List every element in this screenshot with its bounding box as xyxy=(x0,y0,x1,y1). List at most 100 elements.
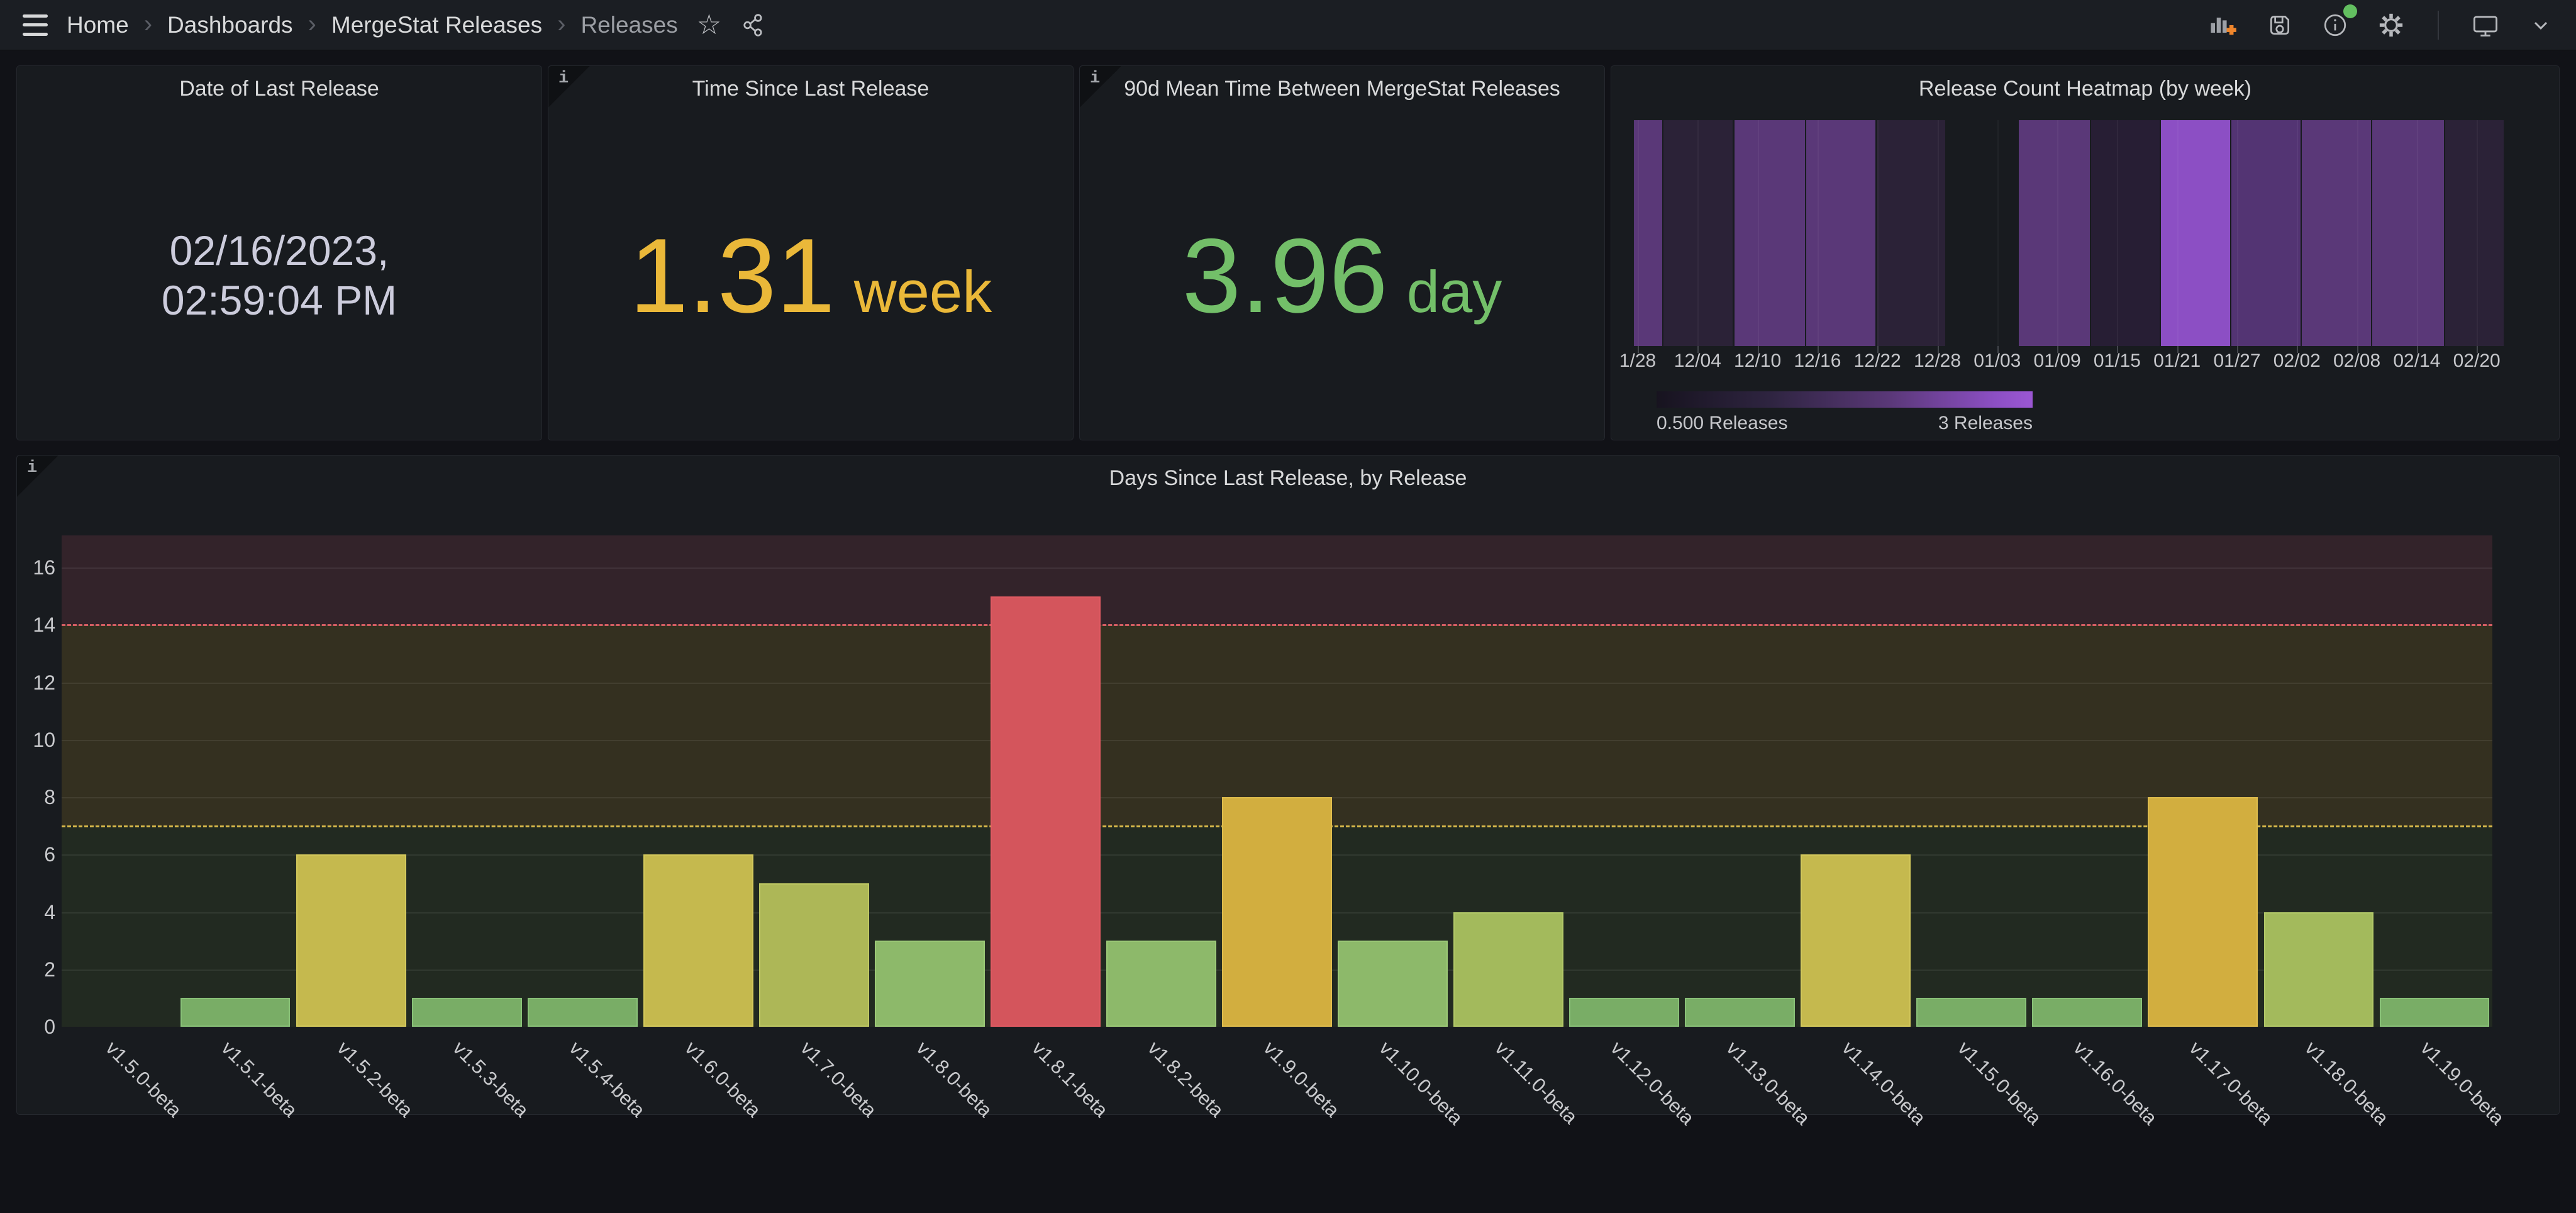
breadcrumb: Home › Dashboards › MergeStat Releases ›… xyxy=(67,11,678,39)
heatmap-x-label: 12/10 xyxy=(1734,350,1781,372)
heatmap-bucket[interactable] xyxy=(2302,120,2371,346)
panel-title[interactable]: Release Count Heatmap (by week) xyxy=(1649,66,2521,111)
bar-v1.11.0-beta[interactable] xyxy=(1453,912,1563,1027)
heatmap-x-label: 12/28 xyxy=(1914,350,1961,372)
heatmap-x-label: 01/03 xyxy=(1974,350,2021,372)
x-axis-label: v1.15.0-beta xyxy=(1953,1037,2046,1129)
x-axis-label: v1.11.0-beta xyxy=(1490,1037,1582,1129)
bar-v1.7.0-beta[interactable] xyxy=(759,883,869,1027)
heatmap-x-label: 12/22 xyxy=(1854,350,1901,372)
bar-v1.5.2-beta[interactable] xyxy=(296,854,406,1027)
heatmap-gridline xyxy=(1758,120,1759,346)
panel-release-count-heatmap: Release Count Heatmap (by week) 0.500 Re… xyxy=(1611,65,2560,440)
x-axis-label: v1.5.1-beta xyxy=(217,1037,302,1122)
heatmap-x-label: 02/20 xyxy=(2453,350,2501,372)
heatmap-x-label: 02/08 xyxy=(2333,350,2380,372)
heatmap-bucket[interactable] xyxy=(2019,120,2090,346)
x-axis-label: v1.18.0-beta xyxy=(2301,1037,2393,1129)
heatmap-gridline xyxy=(2057,120,2058,346)
heatmap-gridline xyxy=(2297,120,2298,346)
heatmap-legend-labels: 0.500 Releases 3 Releases xyxy=(1657,413,2033,434)
heatmap-x-label: 02/14 xyxy=(2393,350,2440,372)
stat-unit: day xyxy=(1407,262,1502,321)
stat-value: 3.96 xyxy=(1182,223,1388,328)
heatmap-bucket[interactable] xyxy=(2091,120,2160,346)
heatmap-gridline xyxy=(1818,120,1819,346)
bar-v1.17.0-beta[interactable] xyxy=(2148,797,2258,1027)
panel-title[interactable]: Days Since Last Release, by Release xyxy=(55,456,2521,501)
stat-date-value: 02/16/2023, 02:59:04 PM xyxy=(162,226,397,325)
heatmap-gridline xyxy=(2237,120,2238,346)
x-axis-label: v1.16.0-beta xyxy=(2069,1037,2162,1129)
bar-v1.15.0-beta[interactable] xyxy=(1916,998,2026,1027)
bar-v1.5.3-beta[interactable] xyxy=(412,998,522,1027)
panel-description-info-icon[interactable]: i xyxy=(17,456,58,497)
y-gridline xyxy=(62,683,2492,684)
chevron-right-icon: › xyxy=(144,11,152,39)
breadcrumb-dashboards[interactable]: Dashboards xyxy=(167,12,293,38)
y-gridline xyxy=(62,567,2492,569)
bar-v1.14.0-beta[interactable] xyxy=(1801,854,1911,1027)
heatmap-bucket[interactable] xyxy=(1877,120,1945,346)
y-gridline xyxy=(62,740,2492,741)
heatmap-x-label: 12/16 xyxy=(1794,350,1841,372)
bar-v1.16.0-beta[interactable] xyxy=(2032,998,2142,1027)
heatmap-x-label: 01/27 xyxy=(2213,350,2260,372)
panel-description-info-icon[interactable]: i xyxy=(1080,66,1121,108)
bar-v1.18.0-beta[interactable] xyxy=(2264,912,2374,1027)
heatmap-bucket[interactable] xyxy=(1735,120,1805,346)
x-axis-label: v1.7.0-beta xyxy=(796,1037,880,1122)
heatmap-gridline xyxy=(2417,120,2418,346)
bar-v1.13.0-beta[interactable] xyxy=(1685,998,1795,1027)
heatmap-bucket[interactable] xyxy=(2161,120,2230,346)
save-icon[interactable] xyxy=(2267,12,2293,38)
heatmap-bucket[interactable] xyxy=(2445,120,2504,346)
panel-title[interactable]: Date of Last Release xyxy=(55,66,504,111)
panel-description-info-icon[interactable]: i xyxy=(548,66,590,108)
menu-icon[interactable] xyxy=(23,14,48,36)
panel-title[interactable]: 90d Mean Time Between MergeStat Releases xyxy=(1118,66,1567,111)
chevron-down-icon[interactable] xyxy=(2528,13,2553,38)
hamburger-icon xyxy=(23,14,48,36)
heatmap-bucket[interactable] xyxy=(1806,120,1875,346)
heatmap-x-label: 1/28 xyxy=(1619,350,1656,372)
panel-90d-mean-time-between-releases: i 90d Mean Time Between MergeStat Releas… xyxy=(1079,65,1605,440)
x-axis-label: v1.9.0-beta xyxy=(1258,1037,1343,1122)
heatmap-gridline xyxy=(1638,120,1639,346)
bar-v1.19.0-beta[interactable] xyxy=(2380,998,2490,1027)
bar-v1.8.0-beta[interactable] xyxy=(875,941,985,1027)
info-icon[interactable] xyxy=(2322,12,2348,38)
share-icon[interactable] xyxy=(740,12,767,38)
bar-v1.5.1-beta[interactable] xyxy=(180,998,291,1027)
x-axis-label: v1.13.0-beta xyxy=(1722,1037,1814,1129)
y-axis-label: 8 xyxy=(20,785,55,809)
bar-v1.9.0-beta[interactable] xyxy=(1222,797,1332,1027)
stat-unit: week xyxy=(854,262,992,321)
breadcrumb-home[interactable]: Home xyxy=(67,12,129,38)
toolbar-divider xyxy=(2438,11,2439,40)
heatmap-bucket[interactable] xyxy=(2231,120,2301,346)
bar-v1.5.4-beta[interactable] xyxy=(528,998,638,1027)
x-axis-label: v1.5.0-beta xyxy=(101,1037,186,1122)
bar-v1.8.2-beta[interactable] xyxy=(1106,941,1216,1027)
bar-v1.10.0-beta[interactable] xyxy=(1338,941,1448,1027)
news-indicator-dot xyxy=(2343,4,2357,18)
x-axis-label: v1.5.4-beta xyxy=(564,1037,649,1122)
bar-v1.6.0-beta[interactable] xyxy=(643,854,753,1027)
bar-v1.12.0-beta[interactable] xyxy=(1569,998,1679,1027)
settings-gear-icon[interactable] xyxy=(2377,11,2405,39)
heatmap-bucket[interactable] xyxy=(2372,120,2444,346)
heatmap-gridline xyxy=(2357,120,2358,346)
x-axis-label: v1.8.1-beta xyxy=(1027,1037,1112,1122)
heatmap-x-label: 12/04 xyxy=(1674,350,1721,372)
breadcrumb-mergestat-releases[interactable]: MergeStat Releases xyxy=(331,12,542,38)
chevron-right-icon: › xyxy=(308,11,316,39)
bar-v1.8.1-beta[interactable] xyxy=(991,596,1101,1027)
favorite-star-icon[interactable]: ☆ xyxy=(697,11,721,39)
heatmap-gridline xyxy=(1697,120,1699,346)
cycle-view-monitor-icon[interactable] xyxy=(2472,11,2499,39)
add-panel-icon[interactable] xyxy=(2207,11,2238,39)
breadcrumb-current-releases: Releases xyxy=(580,12,677,38)
panel-title[interactable]: Time Since Last Release xyxy=(586,66,1035,111)
y-axis-label: 0 xyxy=(20,1015,55,1039)
